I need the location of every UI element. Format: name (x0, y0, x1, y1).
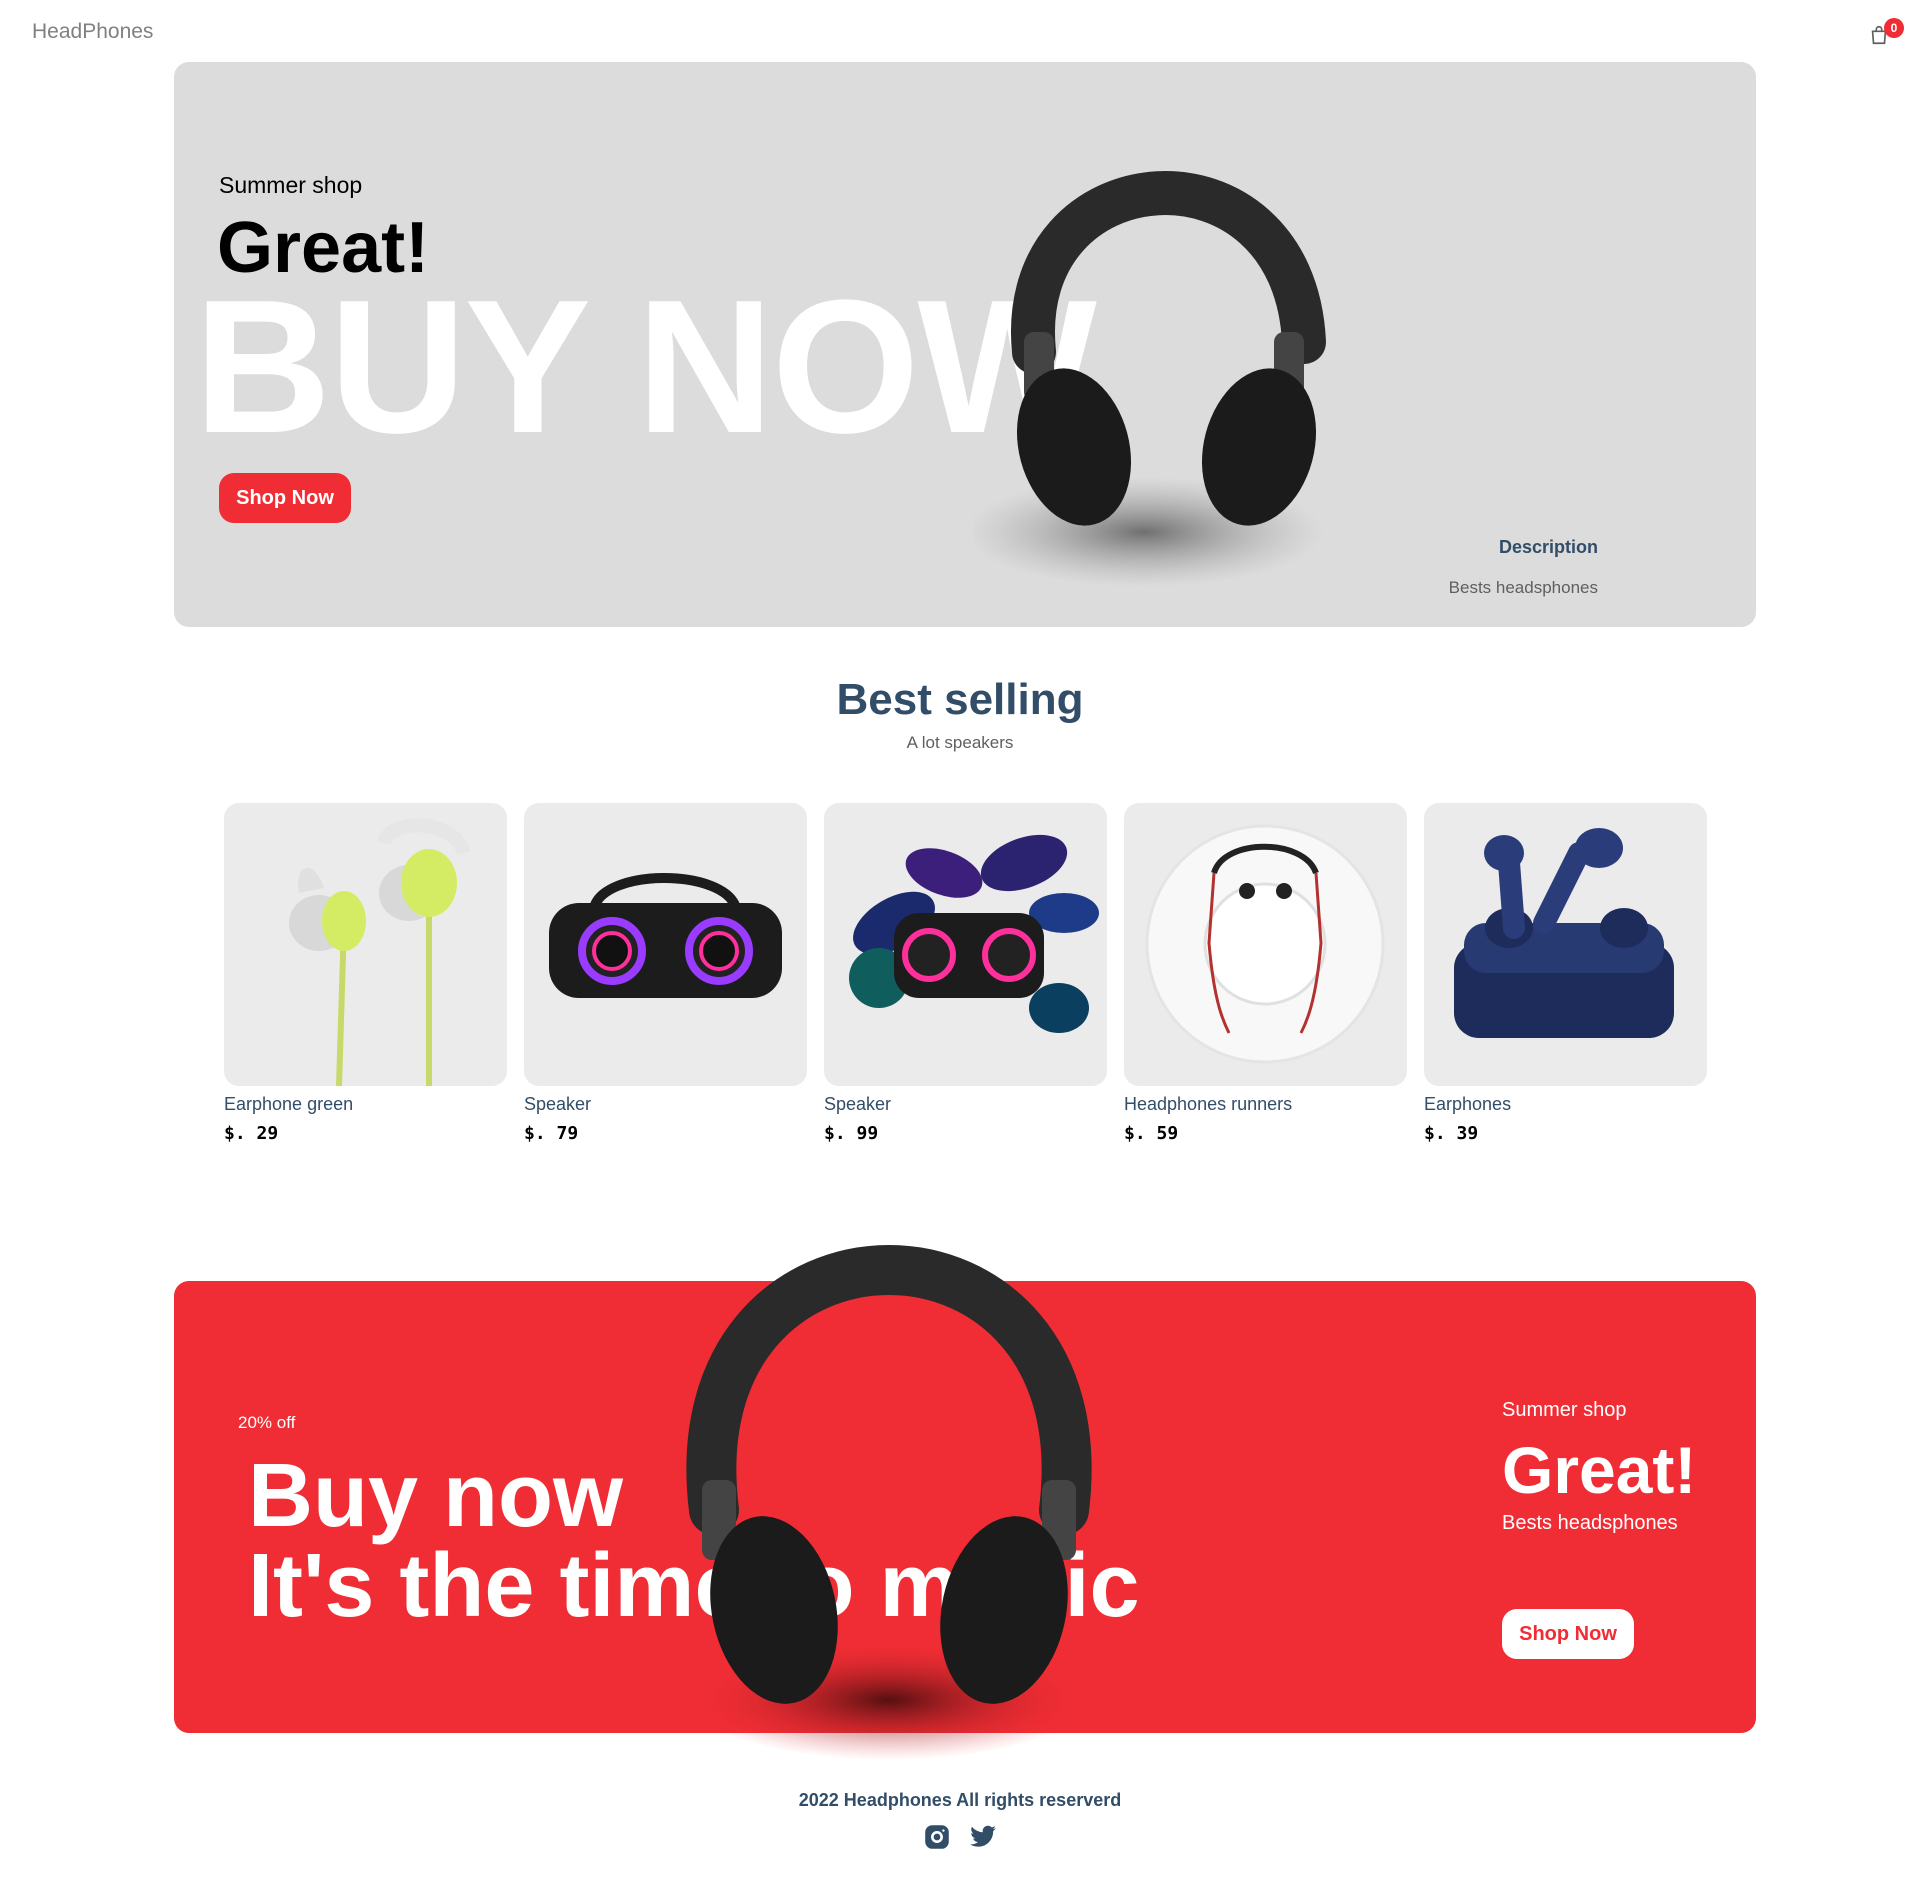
product-image-earphone-green (224, 803, 507, 1086)
product-name: Earphone green (224, 1094, 354, 1114)
product-image-speaker-tropical (824, 803, 1107, 1086)
hero-large-text: BUY NOW (194, 261, 1097, 473)
cart-button[interactable]: 0 (1868, 18, 1904, 46)
hero-headphones-image (974, 171, 1326, 587)
banner-right: Summer shop Great! Bests headsphones Sho… (1502, 1399, 1697, 1659)
products-container: Earphone green $. 29 Speaker $. 79 Speak… (224, 803, 1707, 1144)
hero-banner: Summer shop Great! BUY NOW Shop Now Desc… (174, 62, 1756, 627)
footer: 2022 Headphones All rights reserverd (0, 1790, 1920, 1856)
hero-description-title: Description (1498, 537, 1598, 557)
product-price: $. 79 (524, 1123, 579, 1144)
banner-headphones-image (686, 1245, 1092, 1760)
product-name: Earphones (1424, 1094, 1512, 1114)
banner-shop-now-button[interactable]: Shop Now (1502, 1609, 1634, 1659)
product-price: $. 99 (824, 1123, 879, 1144)
banner-mid-text: Great! (1502, 1433, 1697, 1507)
hero-shop-now-button[interactable]: Shop Now (219, 473, 351, 523)
product-card[interactable]: Earphone green $. 29 (224, 803, 507, 1144)
banner-small-text: Summer shop (1502, 1399, 1627, 1421)
product-name: Headphones runners (1124, 1094, 1293, 1114)
product-image-headphones-runners (1124, 803, 1407, 1086)
hero-description: Description Bests headsphones (1449, 537, 1598, 598)
product-image-speaker (524, 803, 807, 1086)
product-image-earphones-case (1424, 803, 1707, 1086)
instagram-icon[interactable] (923, 1823, 951, 1856)
product-price: $. 39 (1424, 1123, 1479, 1144)
product-card[interactable]: Speaker $. 79 (524, 803, 807, 1144)
footer-text: 2022 Headphones All rights reserverd (798, 1790, 1122, 1810)
products-heading: Best selling A lot speakers (0, 675, 1920, 753)
products-subtitle: A lot speakers (906, 733, 1014, 752)
product-card[interactable]: Speaker $. 99 (824, 803, 1107, 1144)
cart-count-badge: 0 (1884, 18, 1904, 38)
hero-small-text: Summer shop (219, 172, 363, 198)
products-title: Best selling (836, 675, 1084, 724)
banner-desc: Bests headsphones (1502, 1512, 1678, 1534)
banner-left: 20% off (238, 1413, 295, 1433)
product-name: Speaker (524, 1094, 592, 1114)
product-name: Speaker (824, 1094, 892, 1114)
navbar: HeadPhones 0 (0, 0, 1920, 62)
twitter-icon[interactable] (969, 1823, 997, 1856)
product-price: $. 29 (224, 1123, 279, 1144)
social-icons (0, 1823, 1920, 1856)
banner-discount: 20% off (238, 1413, 296, 1432)
logo-link[interactable]: HeadPhones (32, 20, 153, 44)
product-price: $. 59 (1124, 1123, 1179, 1144)
product-card[interactable]: Headphones runners $. 59 (1124, 803, 1407, 1144)
hero-description-text: Bests headsphones (1448, 578, 1598, 597)
product-card[interactable]: Earphones $. 39 (1424, 803, 1707, 1144)
